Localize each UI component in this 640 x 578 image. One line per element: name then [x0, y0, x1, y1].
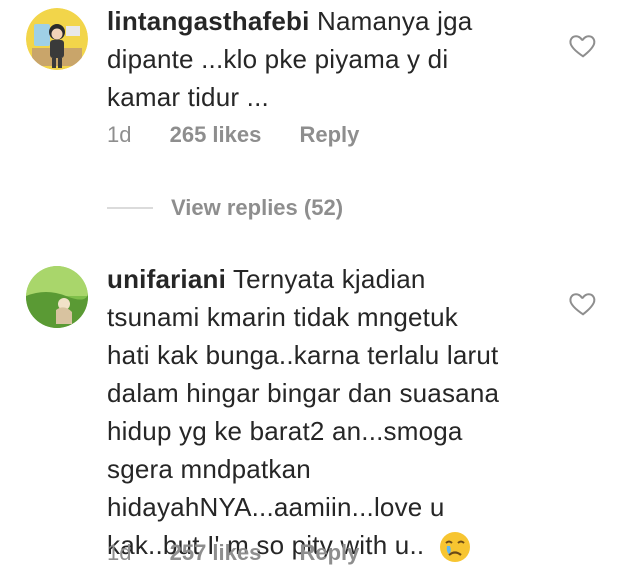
crying-face-emoji	[439, 532, 470, 563]
avatar[interactable]	[26, 8, 88, 70]
comment-meta: 1d 257 likes Reply	[107, 540, 391, 566]
divider-line	[107, 207, 153, 209]
comment-body: Ternyata kjadian tsunami kmarin tidak mn…	[107, 264, 500, 560]
view-replies-button[interactable]: View replies (52)	[107, 195, 343, 221]
comment-time: 1d	[107, 540, 132, 565]
reply-button[interactable]: Reply	[299, 122, 359, 148]
comment-text: lintangasthafebi Namanya jga dipante ...…	[107, 2, 507, 116]
reply-button[interactable]: Reply	[299, 540, 359, 566]
comment-username[interactable]: lintangasthafebi	[107, 6, 310, 36]
comment-text: unifariani Ternyata kjadian tsunami kmar…	[107, 260, 507, 564]
heart-outline-icon[interactable]	[568, 288, 598, 318]
comment-likes[interactable]: 265 likes	[170, 122, 262, 148]
heart-outline-icon[interactable]	[568, 30, 598, 60]
comment-username[interactable]: unifariani	[107, 264, 226, 294]
comment-likes[interactable]: 257 likes	[170, 540, 262, 566]
comment-time: 1d	[107, 122, 132, 147]
avatar[interactable]	[26, 266, 88, 328]
comment-meta: 1d 265 likes Reply	[107, 122, 391, 148]
view-replies-label: View replies (52)	[171, 195, 344, 220]
